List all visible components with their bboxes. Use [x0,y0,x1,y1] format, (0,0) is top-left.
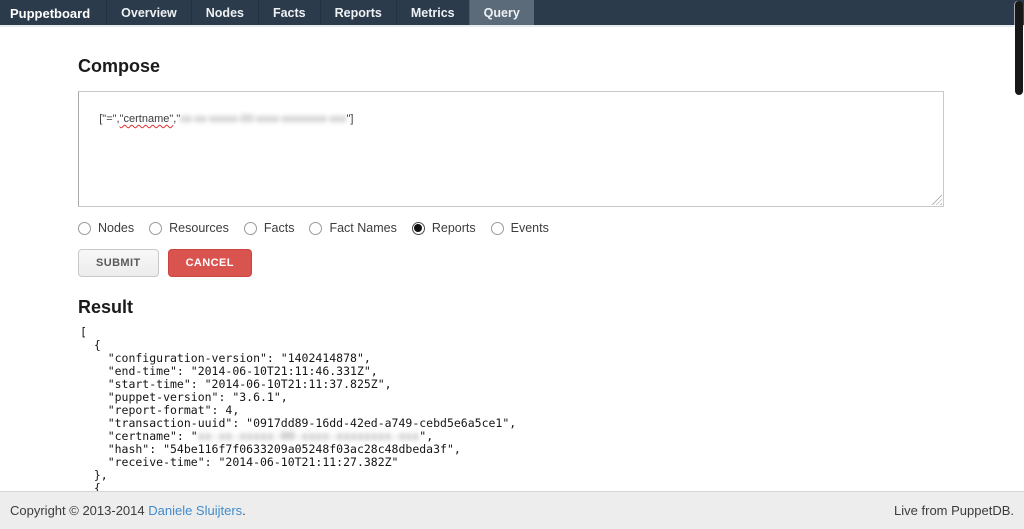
radio-label: Events [511,221,549,235]
query-text-redacted: xx-xx-xxxxx-00-xxxx-xxxxxxxx-xxx [180,113,346,125]
json-line: "certname": "xx-xx-xxxxx-00-xxxx-xxxxxxx… [80,430,944,443]
radio-circle-icon[interactable] [78,222,91,235]
query-text-part1: ["=", [99,113,119,125]
compose-heading: Compose [78,27,944,77]
radio-circle-icon[interactable] [244,222,257,235]
footer-copyright-text: Copyright © 2013-2014 [10,503,148,518]
brand-puppetboard[interactable]: Puppetboard [0,0,106,25]
radio-events[interactable]: Events [491,221,549,235]
json-redacted-certname: xx-xx-xxxxx-00-xxxx-xxxxxxxx-xxx [198,429,420,443]
radio-circle-icon[interactable] [149,222,162,235]
button-row: SUBMIT CANCEL [78,249,944,277]
nav-items: OverviewNodesFactsReportsMetricsQuery [106,0,534,25]
nav-item-reports[interactable]: Reports [320,0,396,25]
query-input[interactable]: ["=","certname","xx-xx-xxxxx-00-xxxx-xxx… [78,91,944,207]
query-type-radios: Nodes Resources Facts Fact Names Reports Even… [78,220,944,236]
result-heading: Result [78,296,944,318]
author-link[interactable]: Daniele Sluijters [148,503,242,518]
query-text-part4: "] [346,113,353,125]
radio-fact-names[interactable]: Fact Names [309,221,396,235]
radio-label: Resources [169,221,229,235]
footer-copyright: Copyright © 2013-2014 Daniele Sluijters. [10,503,246,518]
radio-label: Reports [432,221,476,235]
json-line: "receive-time": "2014-06-10T21:11:27.382… [80,456,944,469]
textarea-resize-handle-icon[interactable] [931,194,942,205]
vertical-scrollbar-thumb[interactable] [1015,1,1023,95]
json-line: [ [80,326,944,339]
cancel-button[interactable]: CANCEL [168,249,252,277]
submit-button[interactable]: SUBMIT [78,249,159,277]
radio-circle-icon[interactable] [309,222,322,235]
nav-item-facts[interactable]: Facts [258,0,320,25]
radio-nodes[interactable]: Nodes [78,221,134,235]
radio-facts[interactable]: Facts [244,221,295,235]
main-content: Compose ["=","certname","xx-xx-xxxxx-00-… [78,27,944,495]
radio-reports[interactable]: Reports [412,221,476,235]
nav-item-metrics[interactable]: Metrics [396,0,469,25]
footer-status-text: Live from PuppetDB. [894,503,1014,518]
radio-label: Nodes [98,221,134,235]
query-text-certname: "certname" [120,113,174,125]
nav-item-overview[interactable]: Overview [106,0,191,25]
nav-item-query[interactable]: Query [469,0,534,25]
radio-label: Fact Names [329,221,396,235]
top-nav: Puppetboard OverviewNodesFactsReportsMet… [0,0,1024,27]
radio-resources[interactable]: Resources [149,221,229,235]
json-line: }, [80,469,944,482]
footer-copyright-period: . [242,503,246,518]
radio-circle-icon[interactable] [491,222,504,235]
radio-circle-icon[interactable] [412,222,425,235]
result-json: [ { "configuration-version": "1402414878… [78,326,944,495]
footer: Copyright © 2013-2014 Daniele Sluijters.… [0,491,1024,529]
radio-label: Facts [264,221,295,235]
nav-item-nodes[interactable]: Nodes [191,0,258,25]
